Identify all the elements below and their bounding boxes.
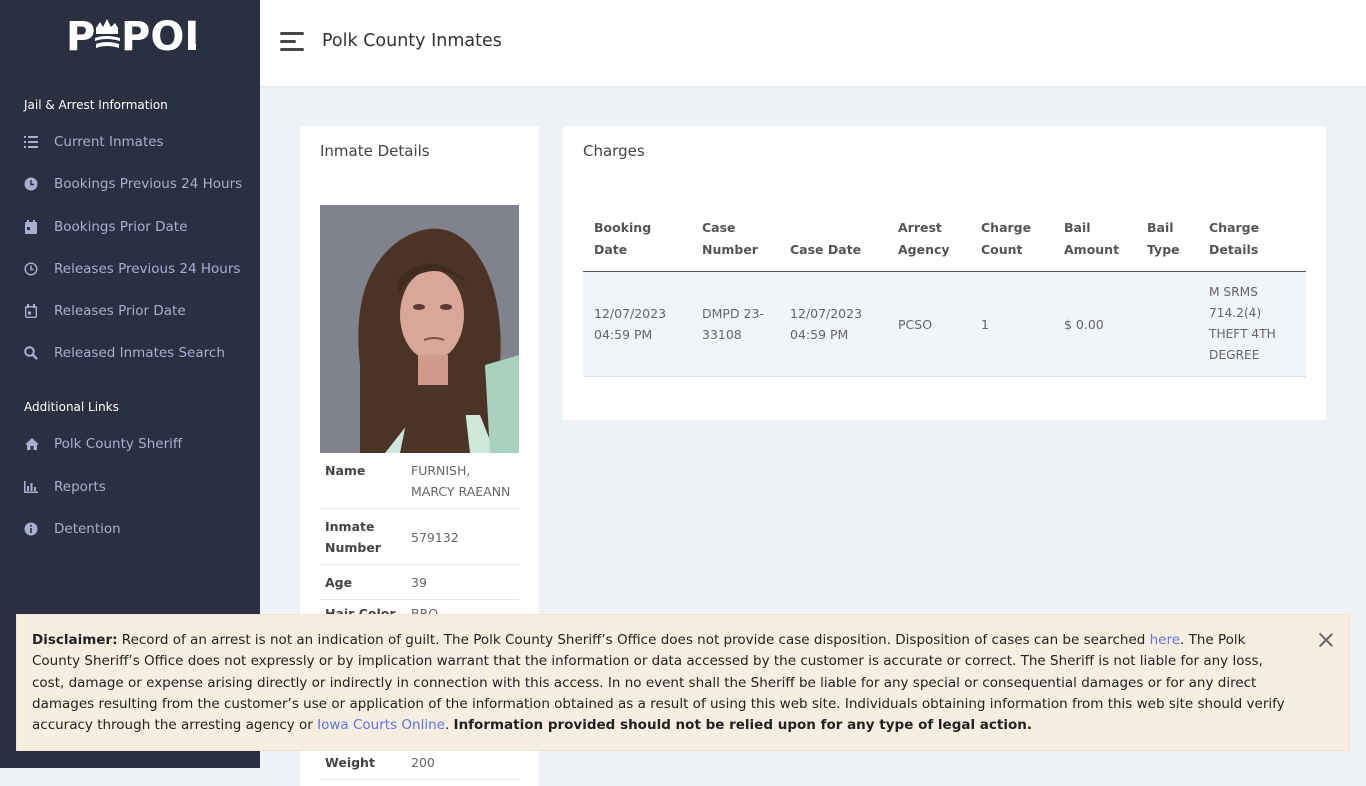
sidebar-heading-links: Additional Links (24, 400, 119, 414)
disclaimer-text-3: . (444, 717, 454, 734)
sidebar-link-reports[interactable]: Reports (24, 476, 254, 498)
info-icon (24, 522, 54, 536)
cell-charge-details: M SRMS 714.2(4) THEFT 4TH DEGREE (1198, 271, 1306, 377)
cell-bail-amount: $ 0.00 (1053, 271, 1136, 377)
calendar-outline-icon (24, 304, 54, 318)
sidebar-item-label: Reports (54, 479, 106, 495)
sidebar-item-bookings-24h[interactable]: Bookings Previous 24 Hours (24, 173, 254, 195)
detail-row-inmate-number: Inmate Number 579132 (320, 508, 519, 565)
sidebar-item-label: Current Inmates (54, 134, 164, 150)
col-case-number: Case Number (691, 213, 779, 272)
charges-card: Charges Booking Date Case Number Case Da… (563, 126, 1326, 420)
detail-label: Name (320, 453, 406, 509)
svg-text:P: P (66, 14, 95, 58)
charges-title: Charges (583, 142, 645, 160)
disclaimer-link-here[interactable]: here (1150, 632, 1180, 648)
list-icon (24, 135, 54, 149)
sidebar-item-current-inmates[interactable]: Current Inmates (24, 131, 254, 153)
disclaimer-label: Disclaimer: (32, 632, 118, 648)
cell-booking-date: 12/07/2023 04:59 PM (583, 271, 691, 377)
disclaimer-banner: Disclaimer: Record of an arrest is not a… (16, 614, 1350, 751)
inmate-details-title: Inmate Details (320, 142, 430, 160)
detail-value-name: FURNISH, MARCY RAEANN (406, 453, 519, 509)
sidebar-item-label: Releases Previous 24 Hours (54, 261, 241, 277)
cell-bail-type (1136, 271, 1198, 377)
col-charge-details: Charge Details (1198, 213, 1306, 272)
logo-text: POLK (121, 14, 196, 58)
logo-emblem (95, 19, 120, 48)
col-bail-amount: Bail Amount (1053, 213, 1136, 272)
disclaimer-link-iowa-courts[interactable]: Iowa Courts Online (317, 717, 445, 733)
detail-label: Inmate Number (320, 508, 406, 565)
sidebar-item-label: Bookings Previous 24 Hours (54, 176, 243, 192)
close-icon[interactable] (1317, 631, 1335, 649)
detail-label: Age (320, 564, 406, 600)
logo-graphic: P POLK (66, 14, 243, 60)
topbar: Polk County Inmates (260, 0, 1366, 86)
sidebar-item-label: Detention (54, 521, 121, 537)
table-row: 12/07/2023 04:59 PM DMPD 23-33108 12/07/… (583, 271, 1306, 377)
charges-header-row: Booking Date Case Number Case Date Arres… (583, 213, 1306, 272)
disclaimer-text-1: Record of an arrest is not an indication… (117, 632, 1150, 648)
cell-case-number: DMPD 23-33108 (691, 271, 779, 377)
detail-row-name: Name FURNISH, MARCY RAEANN (320, 453, 519, 509)
mugshot-image (320, 205, 519, 453)
col-arrest-agency: Arrest Agency (887, 213, 970, 272)
detail-row-age: Age 39 (320, 564, 519, 600)
menu-toggle-icon[interactable] (280, 32, 304, 52)
sidebar-item-bookings-prior[interactable]: Bookings Prior Date (24, 216, 254, 238)
col-case-date: Case Date (779, 213, 887, 272)
inmate-photo (320, 205, 519, 453)
clock-icon (24, 177, 54, 191)
sidebar-link-polk-sheriff[interactable]: Polk County Sheriff (24, 433, 254, 455)
col-charge-count: Charge Count (970, 213, 1053, 272)
sidebar-link-detention[interactable]: Detention (24, 518, 254, 540)
disclaimer-bold-tail: Information provided should not be relie… (453, 717, 1033, 734)
bar-chart-icon (24, 480, 54, 494)
cell-charge-count: 1 (970, 271, 1053, 377)
sidebar-item-label: Released Inmates Search (54, 345, 225, 361)
search-icon (24, 346, 54, 360)
charges-table: Booking Date Case Number Case Date Arres… (583, 213, 1306, 377)
sidebar-item-released-search[interactable]: Released Inmates Search (24, 342, 254, 364)
clock-outline-icon (24, 262, 54, 276)
polk-logo[interactable]: P POLK (66, 14, 243, 60)
col-bail-type: Bail Type (1136, 213, 1198, 272)
cell-case-date: 12/07/2023 04:59 PM (779, 271, 887, 377)
cell-arrest-agency: PCSO (887, 271, 970, 377)
home-icon (24, 437, 54, 451)
detail-value-age: 39 (406, 564, 519, 600)
sidebar-item-releases-24h[interactable]: Releases Previous 24 Hours (24, 258, 254, 280)
sidebar-item-label: Polk County Sheriff (54, 436, 183, 452)
sidebar-item-label: Bookings Prior Date (54, 219, 188, 235)
sidebar-item-label: Releases Prior Date (54, 303, 186, 319)
sidebar-item-releases-prior[interactable]: Releases Prior Date (24, 300, 254, 322)
calendar-icon (24, 220, 54, 234)
sidebar-heading-jail: Jail & Arrest Information (24, 98, 168, 112)
page-title: Polk County Inmates (322, 31, 502, 51)
col-booking-date: Booking Date (583, 213, 691, 272)
detail-value-inmate-number: 579132 (406, 508, 519, 565)
